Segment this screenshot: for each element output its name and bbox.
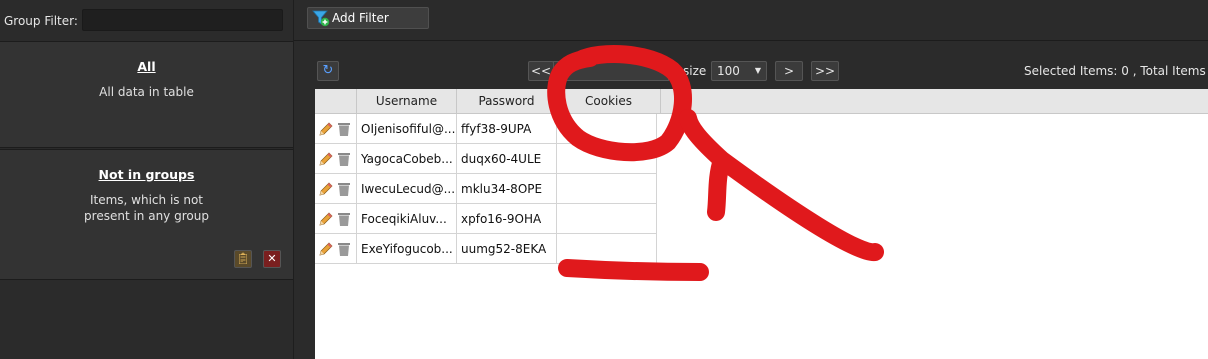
column-header-username[interactable]: Username [357,89,457,113]
username-cell: IwecuLecud@... [357,174,457,204]
group-item-all[interactable]: All All data in table [0,41,293,148]
username-cell: ExeYifogucob... [357,234,457,264]
clipboard-icon: 📋︎ [236,252,250,265]
clipboard-button[interactable]: 📋︎ [234,250,252,268]
group-description-line: present in any group [84,209,209,223]
row-actions [315,144,357,174]
group-title: Not in groups [98,167,195,182]
username-cell: YagocaCobeb... [357,144,457,174]
password-cell: duqx60-4ULE [457,144,557,174]
pencil-icon[interactable] [318,211,334,227]
cookies-cell [557,114,657,144]
password-cell: mklu34-8OPE [457,174,557,204]
group-title: All [137,59,156,74]
toolbar: Add Filter [294,0,1208,41]
trash-icon[interactable] [337,211,351,227]
group-description: All data in table [0,84,293,100]
row-actions [315,114,357,144]
group-filter-input[interactable] [82,9,283,31]
column-header-cookies[interactable]: Cookies [557,89,661,113]
group-item-not-in-groups[interactable]: Not in groups Items, which is not presen… [0,149,293,280]
trash-icon[interactable] [337,241,351,257]
pencil-icon[interactable] [318,181,334,197]
row-actions [315,234,357,264]
group-description-line: All data in table [99,85,194,99]
add-filter-label: Add Filter [332,11,389,25]
column-header-password[interactable]: Password [457,89,557,113]
password-cell: xpfo16-9OHA [457,204,557,234]
cookies-cell [557,204,657,234]
column-header-actions [315,89,357,113]
table-row[interactable]: OIjenisofiful@... ffyf38-9UPA [315,114,657,144]
cookies-cell [557,144,657,174]
page-number-input[interactable] [553,61,669,81]
table-row[interactable]: FoceqikiAluv... xpfo16-9OHA [315,204,657,234]
trash-icon[interactable] [337,151,351,167]
group-panel: Group Filter: All All data in table Not … [0,0,294,359]
group-filter-label: Group Filter: [4,14,78,28]
refresh-icon: ↻ [322,63,334,78]
group-description-line: Items, which is not [89,193,204,207]
table-row[interactable]: ExeYifogucob... uumg52-8EKA [315,234,657,264]
pencil-icon[interactable] [318,151,334,167]
table-row[interactable]: YagocaCobeb... duqx60-4ULE [315,144,657,174]
cookies-cell [557,234,657,264]
group-description: Items, which is not present in any group [0,192,293,224]
cookies-cell [557,174,657,204]
page-size-select[interactable]: 100 ▼ [711,61,767,81]
password-cell: uumg52-8EKA [457,234,557,264]
page-size-label: size [683,64,707,78]
trash-icon[interactable] [337,121,351,137]
row-actions [315,174,357,204]
close-icon: ✕ [267,252,277,265]
next-page-button[interactable]: > [775,61,803,81]
username-cell: OIjenisofiful@... [357,114,457,144]
pencil-icon[interactable] [318,241,334,257]
chevron-down-icon: ▼ [754,66,761,75]
table-header: Username Password Cookies [315,89,1208,114]
first-page-button[interactable]: << [528,61,554,81]
selection-info: Selected Items: 0 , Total Items [1024,64,1206,78]
trash-icon[interactable] [337,181,351,197]
page-size-value: 100 [717,64,740,78]
password-cell: ffyf38-9UPA [457,114,557,144]
last-page-button[interactable]: >> [811,61,839,81]
data-table: Username Password Cookies OIjenisofiful@… [315,89,1208,359]
table-row[interactable]: IwecuLecud@... mklu34-8OPE [315,174,657,204]
funnel-plus-icon [312,10,330,27]
username-cell: FoceqikiAluv... [357,204,457,234]
row-actions [315,204,357,234]
delete-group-button[interactable]: ✕ [263,250,281,268]
pencil-icon[interactable] [318,121,334,137]
add-filter-button[interactable]: Add Filter [307,7,429,29]
refresh-button[interactable]: ↻ [317,61,339,81]
